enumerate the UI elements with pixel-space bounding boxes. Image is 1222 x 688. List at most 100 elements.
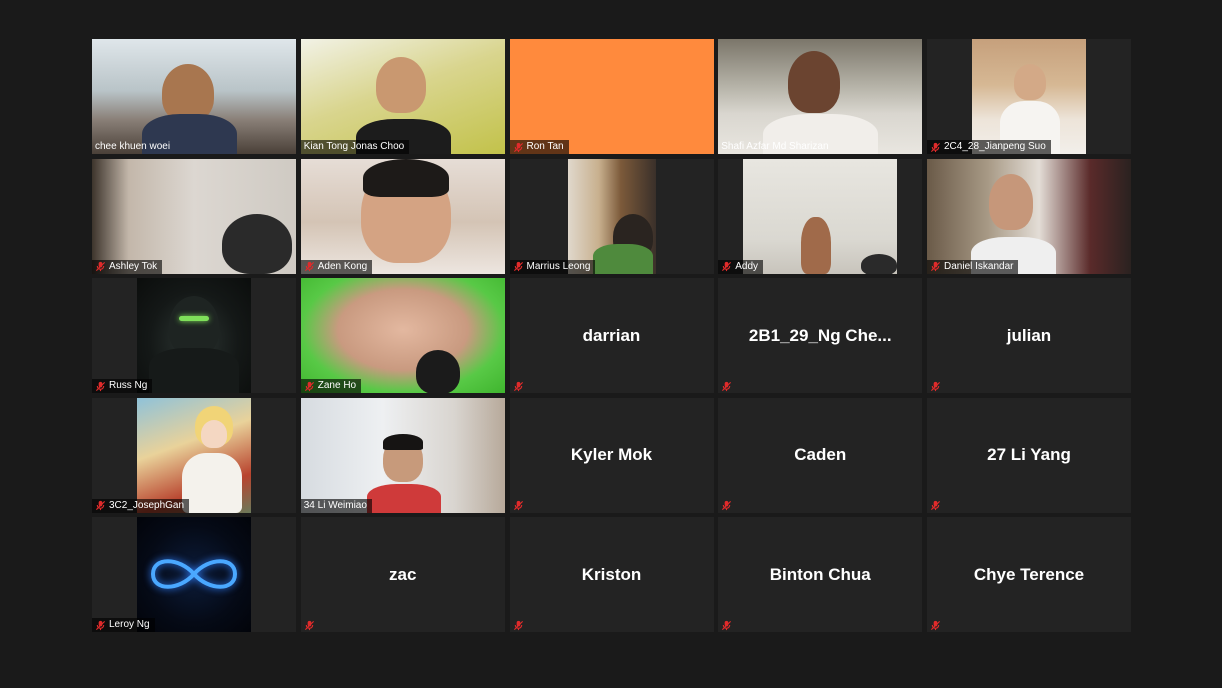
participant-tile[interactable]: chee khuen woei xyxy=(92,39,296,154)
participant-video xyxy=(92,158,296,274)
participant-name: Ron Tan xyxy=(526,141,564,152)
participant-video xyxy=(137,517,251,632)
participant-video xyxy=(300,278,505,393)
participant-video xyxy=(300,158,505,274)
microphone-muted-icon xyxy=(513,261,523,272)
participant-name: 2C4_28_Jianpeng Suo xyxy=(944,141,1046,152)
participant-display-name: Caden xyxy=(794,445,847,464)
participant-video xyxy=(743,158,898,274)
participant-tile[interactable]: Leroy Ng xyxy=(92,517,296,632)
participant-tile-active-speaker[interactable]: Kian Tong Jonas Choo xyxy=(300,39,505,154)
participant-display-name: zac xyxy=(389,564,417,584)
participant-name-tag: 34 Li Weimiao xyxy=(300,498,372,513)
participant-name-tag xyxy=(927,379,946,393)
participant-tile[interactable]: Zane Ho xyxy=(300,278,505,393)
participant-video xyxy=(509,39,714,154)
microphone-muted-icon xyxy=(513,500,523,511)
participant-video xyxy=(300,39,505,154)
participant-video xyxy=(92,39,296,154)
participant-name-tag xyxy=(301,618,320,632)
microphone-muted-icon xyxy=(930,381,941,391)
participant-video xyxy=(300,397,505,513)
participant-name-tag xyxy=(718,379,737,393)
participant-name-tag xyxy=(927,499,946,513)
participant-name-tag: Daniel Iskandar xyxy=(927,259,1019,274)
participant-display-name: 2B1_29_Ng Che... xyxy=(748,325,892,345)
microphone-muted-icon xyxy=(95,620,106,630)
participant-name: Marrius Leong xyxy=(526,260,591,272)
participant-tile[interactable]: Shafi Azfar Md Sharizan xyxy=(718,39,923,154)
participant-display-name: darrian xyxy=(582,325,641,345)
participant-name-tag: Ron Tan xyxy=(509,140,569,154)
microphone-muted-icon xyxy=(304,381,314,391)
participant-name-tag: chee khuen woei xyxy=(92,140,175,154)
participant-name-tag: Ashley Tok xyxy=(92,259,163,274)
participant-tile[interactable]: Marrius Leong xyxy=(509,158,714,274)
participant-tile[interactable]: julian xyxy=(927,278,1131,393)
participant-tile[interactable]: Chye Terence xyxy=(927,517,1131,632)
participant-tile[interactable]: Daniel Iskandar xyxy=(927,158,1131,274)
participant-tile[interactable]: Addy xyxy=(718,158,923,274)
participant-name: Daniel Iskandar xyxy=(944,260,1014,272)
participant-name-tag: Addy xyxy=(718,259,764,274)
participant-name-tag: Aden Kong xyxy=(300,259,373,274)
participant-tile[interactable]: 2B1_29_Ng Che... xyxy=(718,278,923,393)
participant-name-tag: Leroy Ng xyxy=(92,618,155,632)
microphone-muted-icon xyxy=(304,620,314,630)
participant-name-tag: 2C4_28_Jianpeng Suo xyxy=(927,140,1051,154)
participant-tile[interactable]: 27 Li Yang xyxy=(927,397,1131,513)
microphone-muted-icon xyxy=(930,261,941,272)
microphone-muted-icon xyxy=(722,620,732,630)
participant-name-tag: 3C2_JosephGan xyxy=(92,498,190,513)
participant-name: chee khuen woei xyxy=(95,141,171,152)
microphone-muted-icon xyxy=(95,500,106,511)
participant-display-name: julian xyxy=(1006,325,1052,345)
participant-video xyxy=(137,278,251,393)
participant-tile[interactable]: 34 Li Weimiao xyxy=(300,397,505,513)
participant-name: Zane Ho xyxy=(317,380,357,391)
participant-tile[interactable]: 3C2_JosephGan xyxy=(92,397,296,513)
participant-tile[interactable]: Caden xyxy=(718,397,923,513)
microphone-muted-icon xyxy=(513,381,523,391)
participant-name: Ashley Tok xyxy=(109,260,158,272)
participant-tile[interactable]: Kriston xyxy=(509,517,714,632)
participant-display-name: Chye Terence xyxy=(973,564,1085,584)
participant-tile[interactable]: 2C4_28_Jianpeng Suo xyxy=(927,39,1131,154)
participant-name-tag: Zane Ho xyxy=(300,379,362,393)
microphone-muted-icon xyxy=(513,142,523,152)
participant-video xyxy=(927,158,1131,274)
microphone-muted-icon xyxy=(930,142,941,152)
infinity-icon xyxy=(150,559,238,589)
participant-name-tag xyxy=(927,618,946,632)
participant-tile[interactable]: Russ Ng xyxy=(92,278,296,393)
participant-tile[interactable]: Ashley Tok xyxy=(92,158,296,274)
participant-tile[interactable]: darrian xyxy=(509,278,714,393)
participant-name-tag xyxy=(510,379,529,393)
participant-tile[interactable]: Ron Tan xyxy=(509,39,714,154)
participant-video xyxy=(567,158,656,274)
participant-name: Russ Ng xyxy=(109,380,148,391)
participant-display-name: 27 Li Yang xyxy=(987,445,1071,464)
participant-name: 34 Li Weimiao xyxy=(303,499,367,511)
participant-name-tag xyxy=(718,499,737,513)
participant-name: Addy xyxy=(735,260,759,272)
microphone-muted-icon xyxy=(722,500,732,511)
microphone-muted-icon xyxy=(722,381,732,391)
participant-tile[interactable]: zac xyxy=(300,517,505,632)
participant-name: Leroy Ng xyxy=(109,619,150,630)
microphone-muted-icon xyxy=(95,261,106,272)
microphone-muted-icon xyxy=(95,381,106,391)
participant-display-name: Kriston xyxy=(581,564,642,584)
participant-display-name: Binton Chua xyxy=(769,564,871,584)
participant-tile[interactable]: Kyler Mok xyxy=(509,397,714,513)
participant-display-name: Kyler Mok xyxy=(570,445,653,464)
microphone-muted-icon xyxy=(722,261,732,272)
participant-tile[interactable]: Aden Kong xyxy=(300,158,505,274)
participant-video xyxy=(718,39,923,154)
participant-name: 3C2_JosephGan xyxy=(109,499,185,511)
participant-name-tag xyxy=(510,499,529,513)
participant-video xyxy=(137,397,251,513)
participant-tile[interactable]: Binton Chua xyxy=(718,517,923,632)
participant-name-tag: Marrius Leong xyxy=(509,259,596,274)
participant-name: Shafi Azfar Md Sharizan xyxy=(721,141,829,152)
